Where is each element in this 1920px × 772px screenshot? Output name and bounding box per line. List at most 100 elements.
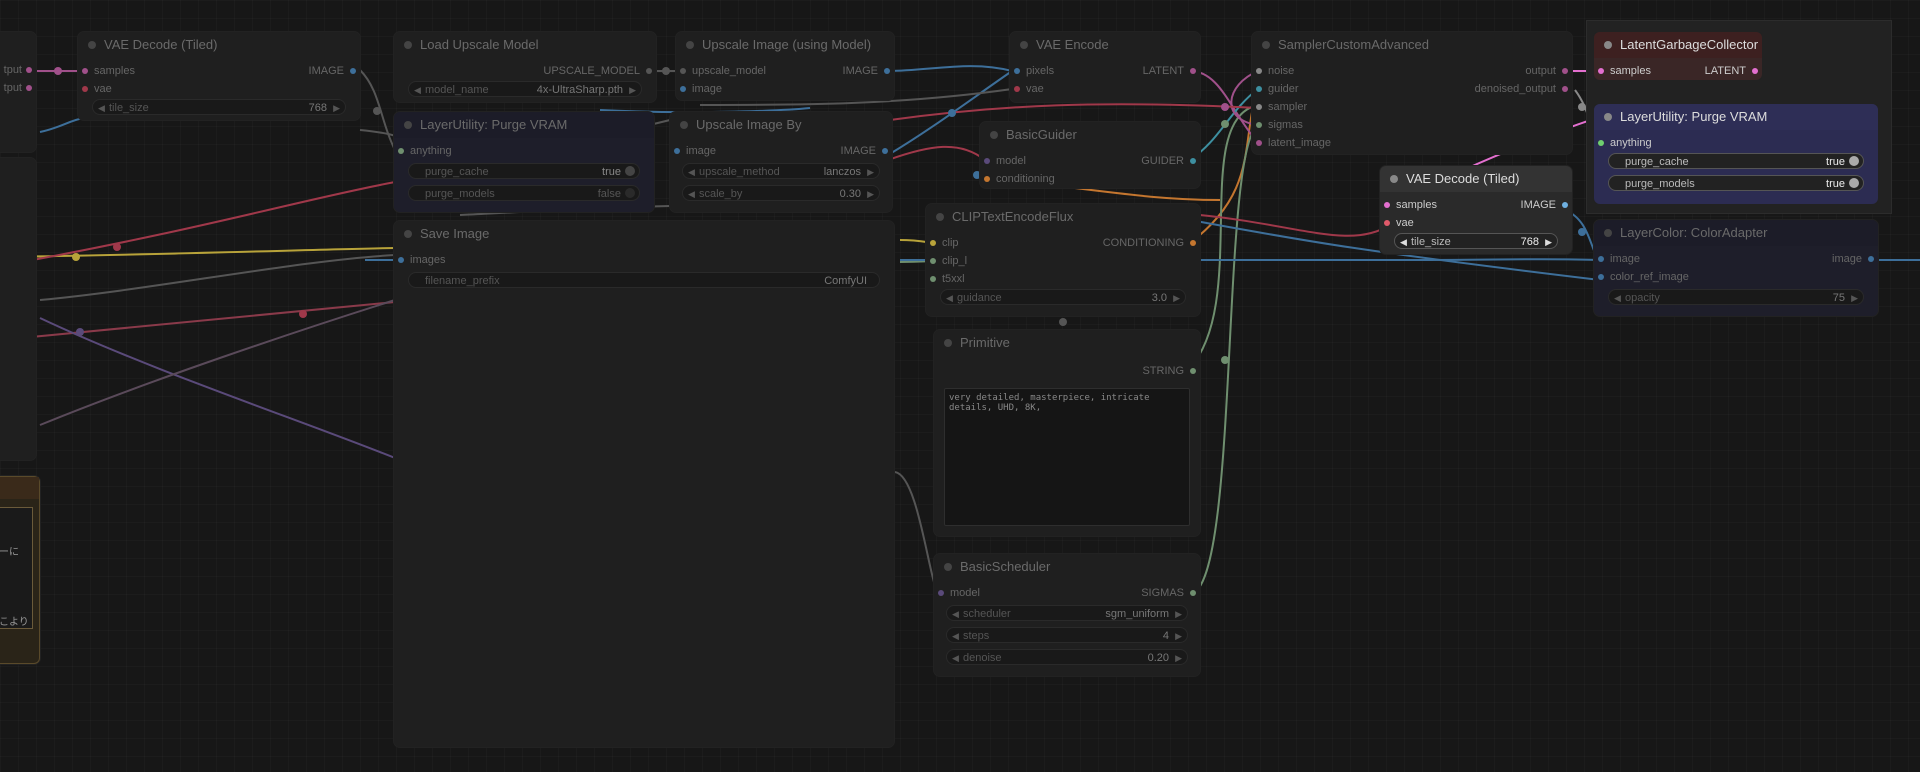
wire-reroute-dot[interactable] xyxy=(1221,120,1229,128)
wire-reroute-dot[interactable] xyxy=(1221,103,1229,111)
left-cut-node[interactable]: tput tput xyxy=(0,32,36,152)
node-collapse-dot-icon[interactable] xyxy=(1604,41,1612,49)
toggle-icon[interactable] xyxy=(625,188,635,198)
wire-reroute-dot[interactable] xyxy=(1221,356,1229,364)
arrow-left-icon[interactable]: ◀ xyxy=(1400,234,1407,250)
arrow-right-icon[interactable]: ▶ xyxy=(629,82,636,98)
input-socket-samples[interactable] xyxy=(1598,68,1604,74)
vae-decode-tiled-node-selected[interactable]: VAE Decode (Tiled) samples vae IMAGE ◀ ti… xyxy=(1380,166,1572,254)
input-socket-image[interactable] xyxy=(1598,256,1604,262)
clip-text-encode-flux-node[interactable]: CLIPTextEncodeFlux clip clip_l t5xxl CON… xyxy=(926,204,1200,316)
arrow-left-icon[interactable]: ◀ xyxy=(952,628,959,644)
input-socket-color-ref-image[interactable] xyxy=(1598,274,1604,280)
toggle-icon[interactable] xyxy=(1849,156,1859,166)
node-title[interactable]: Upscale Image (using Model) xyxy=(676,32,894,58)
input-socket-sigmas[interactable] xyxy=(1256,122,1262,128)
output-socket[interactable] xyxy=(26,85,32,91)
input-socket-vae[interactable] xyxy=(82,86,88,92)
node-title[interactable]: LayerUtility: Purge VRAM xyxy=(394,112,654,138)
scheduler-combo[interactable]: ◀ scheduler sgm_uniform ▶ xyxy=(946,605,1188,621)
output-socket[interactable] xyxy=(26,67,32,73)
node-title[interactable]: LayerUtility: Purge VRAM xyxy=(1594,104,1878,130)
output-socket-image[interactable] xyxy=(350,68,356,74)
latent-garbage-collector-node[interactable]: LatentGarbageCollector samples LATENT xyxy=(1594,32,1762,80)
input-socket-vae[interactable] xyxy=(1014,86,1020,92)
node-title[interactable]: LatentGarbageCollector xyxy=(1594,32,1762,58)
basic-guider-node[interactable]: BasicGuider model conditioning GUIDER xyxy=(980,122,1200,188)
vae-decode-tiled-node[interactable]: VAE Decode (Tiled) samples vae IMAGE ◀ ti… xyxy=(78,32,360,120)
arrow-left-icon[interactable]: ◀ xyxy=(946,290,953,306)
wire-reroute-dot[interactable] xyxy=(1578,228,1586,236)
arrow-left-icon[interactable]: ◀ xyxy=(952,606,959,622)
output-socket-guider[interactable] xyxy=(1190,158,1196,164)
arrow-left-icon[interactable]: ◀ xyxy=(952,650,959,666)
node-title[interactable]: BasicGuider xyxy=(980,122,1200,148)
node-collapse-dot-icon[interactable] xyxy=(680,121,688,129)
output-socket-conditioning[interactable] xyxy=(1190,240,1196,246)
node-collapse-dot-icon[interactable] xyxy=(686,41,694,49)
output-socket-image[interactable] xyxy=(884,68,890,74)
input-socket-vae[interactable] xyxy=(1384,220,1390,226)
input-socket-samples[interactable] xyxy=(1384,202,1390,208)
sampler-custom-advanced-node[interactable]: SamplerCustomAdvanced noise guider sampl… xyxy=(1252,32,1572,154)
node-collapse-dot-icon[interactable] xyxy=(404,121,412,129)
wire-reroute-dot[interactable] xyxy=(54,67,62,75)
node-title[interactable]: BasicScheduler xyxy=(934,554,1200,580)
node-collapse-dot-icon[interactable] xyxy=(1604,113,1612,121)
input-socket-images[interactable] xyxy=(398,257,404,263)
toggle-icon[interactable] xyxy=(1849,178,1859,188)
node-title[interactable]: VAE Encode xyxy=(1010,32,1200,58)
upscale-method-combo[interactable]: ◀ upscale_method lanczos ▶ xyxy=(682,163,880,179)
load-upscale-model-node[interactable]: Load Upscale Model UPSCALE_MODEL ◀ model_… xyxy=(394,32,656,102)
purge-cache-toggle[interactable]: purge_cache true xyxy=(408,163,640,179)
denoise-widget[interactable]: ◀ denoise 0.20 ▶ xyxy=(946,649,1188,665)
input-socket-clip-l[interactable] xyxy=(930,258,936,264)
input-socket-pixels[interactable] xyxy=(1014,68,1020,74)
tile-size-widget[interactable]: ◀ tile_size 768 ▶ xyxy=(1394,233,1558,249)
input-socket-noise[interactable] xyxy=(1256,68,1262,74)
arrow-right-icon[interactable]: ▶ xyxy=(333,100,340,116)
node-collapse-dot-icon[interactable] xyxy=(944,339,952,347)
arrow-left-icon[interactable]: ◀ xyxy=(688,164,695,180)
wire-reroute-dot[interactable] xyxy=(373,107,381,115)
node-title[interactable]: SamplerCustomAdvanced xyxy=(1252,32,1572,58)
wire-reroute-dot[interactable] xyxy=(1059,318,1067,326)
input-socket-model[interactable] xyxy=(984,158,990,164)
input-socket-anything[interactable] xyxy=(1598,140,1604,146)
arrow-right-icon[interactable]: ▶ xyxy=(1545,234,1552,250)
input-socket-sampler[interactable] xyxy=(1256,104,1262,110)
node-title[interactable]: VAE Decode (Tiled) xyxy=(1380,166,1572,192)
node-collapse-dot-icon[interactable] xyxy=(88,41,96,49)
input-socket-image[interactable] xyxy=(674,148,680,154)
vae-encode-node[interactable]: VAE Encode pixels vae LATENT xyxy=(1010,32,1200,102)
node-collapse-dot-icon[interactable] xyxy=(404,230,412,238)
node-collapse-dot-icon[interactable] xyxy=(1604,229,1612,237)
input-socket-guider[interactable] xyxy=(1256,86,1262,92)
node-title[interactable]: Load Upscale Model xyxy=(394,32,656,58)
purge-models-toggle[interactable]: purge_models true xyxy=(1608,175,1864,191)
save-image-node[interactable]: Save Image images filename_prefix ComfyUI xyxy=(394,221,894,747)
upscale-image-by-node[interactable]: Upscale Image By image IMAGE ◀ upscale_me… xyxy=(670,112,892,212)
output-socket-sigmas[interactable] xyxy=(1190,590,1196,596)
input-socket-image[interactable] xyxy=(680,86,686,92)
arrow-right-icon[interactable]: ▶ xyxy=(1173,290,1180,306)
purge-models-toggle[interactable]: purge_models false xyxy=(408,185,640,201)
model-name-combo[interactable]: ◀ model_name 4x-UltraSharp.pth ▶ xyxy=(408,81,642,97)
filename-prefix-field[interactable]: filename_prefix ComfyUI xyxy=(408,272,880,288)
arrow-right-icon[interactable]: ▶ xyxy=(1175,650,1182,666)
tile-size-widget[interactable]: ◀ tile_size 768 ▶ xyxy=(92,99,346,115)
upscale-image-using-model-node[interactable]: Upscale Image (using Model) upscale_mode… xyxy=(676,32,894,100)
wire-reroute-dot[interactable] xyxy=(299,310,307,318)
arrow-right-icon[interactable]: ▶ xyxy=(1851,290,1858,306)
purge-cache-toggle[interactable]: purge_cache true xyxy=(1608,153,1864,169)
node-title[interactable]: CLIPTextEncodeFlux xyxy=(926,204,1200,230)
arrow-right-icon[interactable]: ▶ xyxy=(1175,606,1182,622)
arrow-left-icon[interactable]: ◀ xyxy=(1614,290,1621,306)
arrow-right-icon[interactable]: ▶ xyxy=(867,186,874,202)
input-socket-t5xxl[interactable] xyxy=(930,276,936,282)
primitive-text-field[interactable]: very detailed, masterpiece, intricate de… xyxy=(944,388,1190,526)
basic-scheduler-node[interactable]: BasicScheduler model SIGMAS ◀ scheduler sg… xyxy=(934,554,1200,676)
primitive-node[interactable]: Primitive STRING very detailed, masterpi… xyxy=(934,330,1200,536)
purge-vram-node[interactable]: LayerUtility: Purge VRAM anything purge_… xyxy=(394,112,654,212)
node-title[interactable]: Primitive xyxy=(934,330,1200,356)
